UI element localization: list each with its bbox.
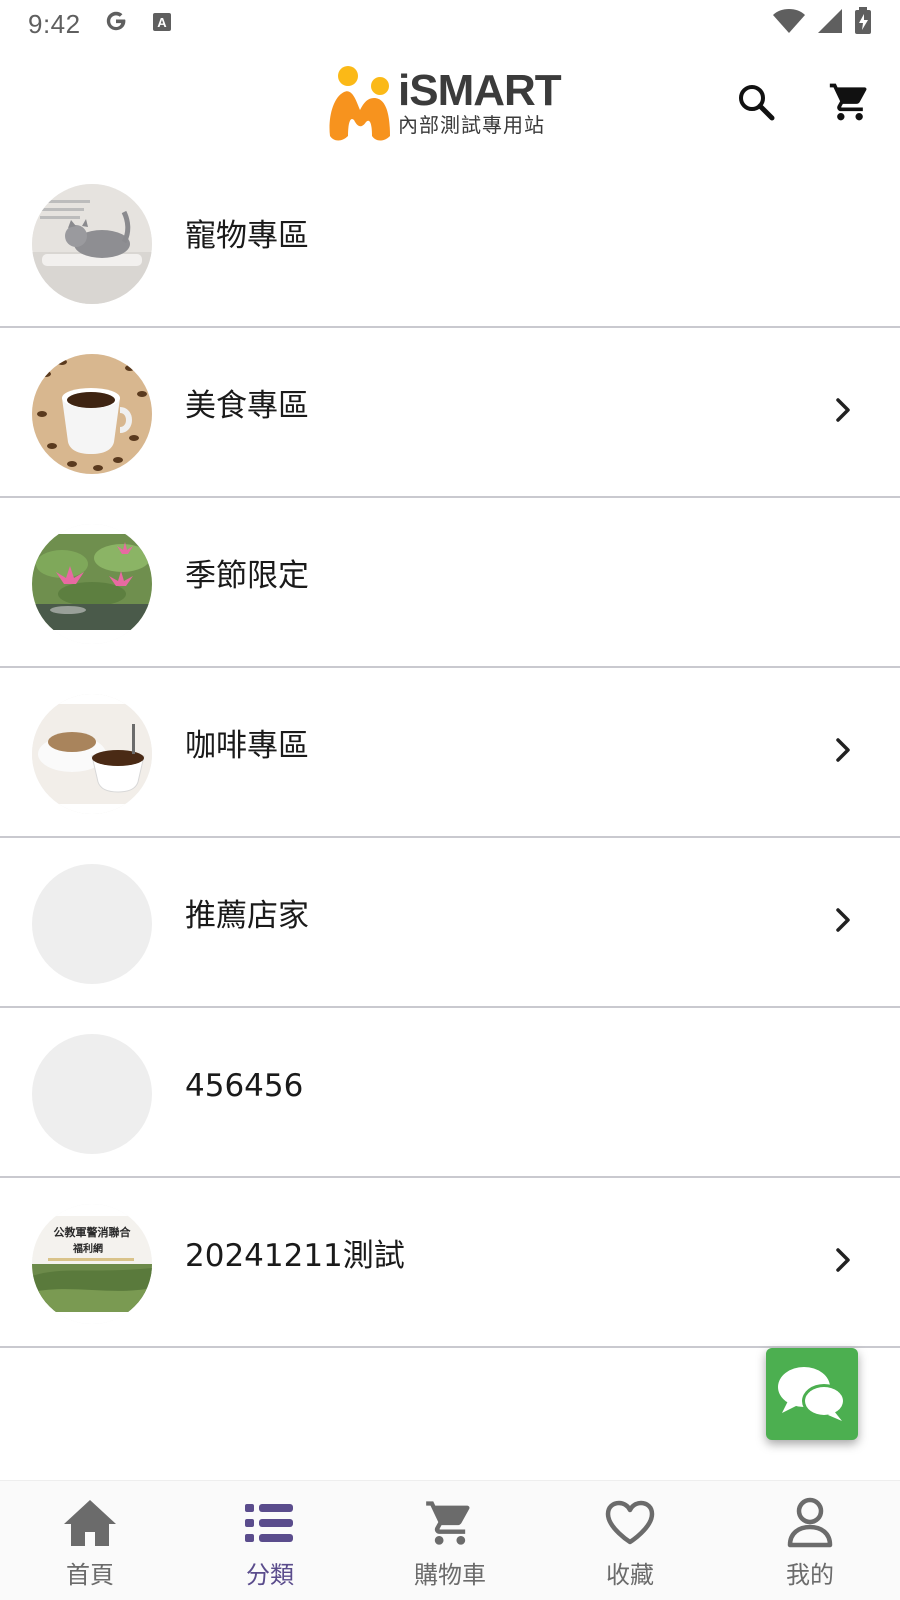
ismart-logo[interactable]: iSMART 內部測試專用站 [326,62,566,144]
wifi-icon [772,7,806,42]
logo-word: iSMART [398,66,562,115]
category-list: 寵物專區 美食專區 季節限定 咖啡專區 推薦店家 456456 公教軍警消聯合 … [0,158,900,1348]
category-thumbnail: 公教軍警消聯合 福利網 [32,1204,152,1324]
chevron-right-icon [836,1248,850,1272]
nav-label: 分類 [246,1561,294,1589]
chevron-right-icon [836,398,850,422]
category-label: 推薦店家 [185,898,309,934]
search-button[interactable] [732,78,780,126]
signal-icon [816,7,844,42]
category-label: 季節限定 [185,558,309,594]
category-row-20241211-test[interactable]: 公教軍警消聯合 福利網 20241211測試 [0,1178,900,1348]
nav-home[interactable]: 首頁 [0,1481,180,1600]
category-label: 20241211測試 [185,1238,405,1274]
nav-label: 購物車 [414,1561,486,1589]
logo-mark-icon [329,66,390,141]
category-row-pets[interactable]: 寵物專區 [0,158,900,328]
screen: 9:42 A iSMART 內部測試專用站 寵物專區 美食專區 季節限定 咖啡專… [0,0,900,1600]
list-icon [245,1504,293,1542]
cart-icon [829,83,867,121]
status-time: 9:42 [28,8,81,39]
nav-label: 首頁 [66,1561,114,1589]
text-a-icon: A [151,9,173,40]
cart-button[interactable] [826,78,874,126]
cart-icon [426,1501,470,1545]
search-icon [739,85,775,121]
category-thumbnail [32,184,152,304]
banner-line-1: 公教軍警消聯合 [54,1225,132,1239]
category-label: 美食專區 [185,388,309,424]
category-thumbnail [32,694,152,814]
category-row-456456[interactable]: 456456 [0,1008,900,1178]
nav-profile[interactable]: 我的 [720,1481,900,1600]
nav-cart[interactable]: 購物車 [360,1481,540,1600]
category-thumbnail-empty [32,864,152,984]
category-row-coffee[interactable]: 咖啡專區 [0,668,900,838]
category-row-seasonal[interactable]: 季節限定 [0,498,900,668]
status-bar: 9:42 A [0,0,900,48]
app-header: iSMART 內部測試專用站 [0,48,900,158]
nav-label: 我的 [786,1561,834,1589]
category-thumbnail-empty [32,1034,152,1154]
banner-line-2: 福利網 [72,1242,103,1255]
category-thumbnail [32,524,152,644]
category-row-food[interactable]: 美食專區 [0,328,900,498]
battery-charging-icon [854,6,872,42]
nav-label: 收藏 [606,1561,654,1589]
logo-subtitle: 內部測試專用站 [398,113,545,137]
chat-button[interactable] [766,1348,858,1440]
chat-bubbles-icon [778,1367,846,1421]
user-icon [787,1497,833,1548]
heart-icon [605,1500,655,1545]
chevron-right-icon [836,738,850,762]
google-g-icon [103,8,129,41]
nav-category[interactable]: 分類 [180,1481,360,1600]
category-thumbnail [32,354,152,474]
bottom-navigation: 首頁 分類 購物車 收藏 我的 [0,1480,900,1600]
home-icon [64,1500,116,1546]
nav-favorites[interactable]: 收藏 [540,1481,720,1600]
category-label: 456456 [185,1068,304,1104]
svg-text:A: A [157,15,167,30]
category-row-recommended-stores[interactable]: 推薦店家 [0,838,900,1008]
category-label: 寵物專區 [185,218,309,254]
category-label: 咖啡專區 [185,728,309,764]
chevron-right-icon [836,908,850,932]
